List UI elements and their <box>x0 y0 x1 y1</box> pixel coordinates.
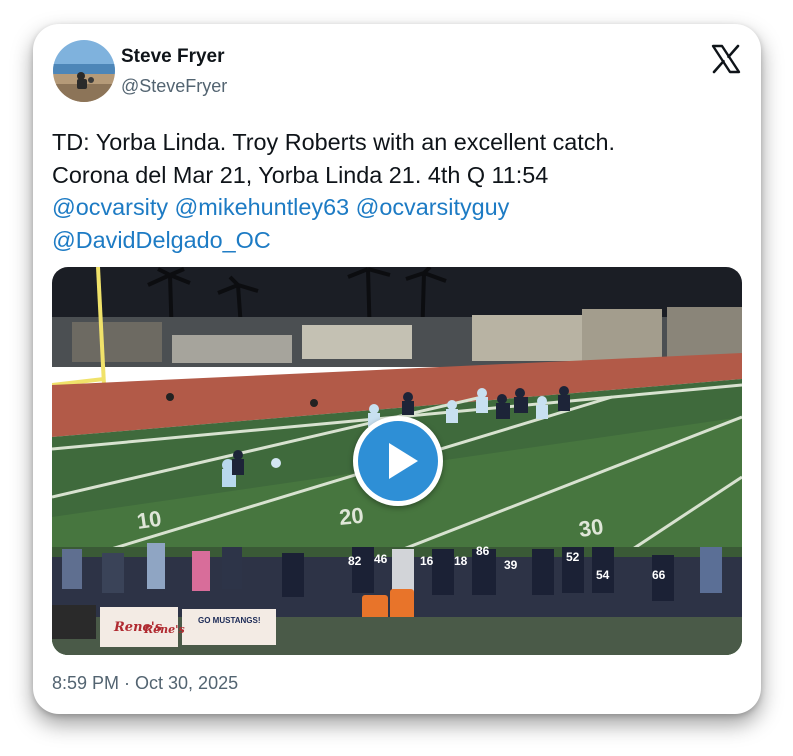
mention-link[interactable]: @ocvarsityguy <box>356 194 510 220</box>
tweet-text: TD: Yorba Linda. Troy Roberts with an ex… <box>52 126 742 256</box>
jersey-number: 54 <box>596 568 610 582</box>
field-number: 20 <box>338 503 365 530</box>
jersey-number: 18 <box>454 554 468 568</box>
field-number: 10 <box>135 506 163 534</box>
play-button[interactable] <box>353 416 443 506</box>
banner-text: Rene's <box>143 623 185 636</box>
x-logo-icon[interactable] <box>711 44 741 74</box>
play-icon <box>389 443 418 479</box>
tweet-text-line: TD: Yorba Linda. Troy Roberts with an ex… <box>52 129 615 155</box>
jersey-number: 86 <box>476 544 490 558</box>
jersey-number: 16 <box>420 554 434 568</box>
mention-link[interactable]: @ocvarsity <box>52 194 168 220</box>
field-number: 30 <box>577 514 605 542</box>
mention-link[interactable]: @DavidDelgado_OC <box>52 227 271 253</box>
mentions-line: @ocvarsity @mikehuntley63 @ocvarsityguy <box>52 191 742 224</box>
jersey-number: 82 <box>348 554 362 568</box>
avatar[interactable] <box>53 40 115 102</box>
jersey-number: 66 <box>652 568 666 582</box>
timestamp[interactable]: 8:59 PM · Oct 30, 2025 <box>52 673 238 694</box>
tweet-text-line: Corona del Mar 21, Yorba Linda 21. 4th Q… <box>52 161 549 188</box>
author-name[interactable]: Steve Fryer <box>121 46 225 68</box>
jersey-number: 52 <box>566 550 580 564</box>
tweet-card: Steve Fryer @SteveFryer TD: Yorba Linda.… <box>33 24 761 714</box>
video-player[interactable]: 10 20 30 82 46 16 18 86 39 52 54 66 Rene… <box>52 267 742 655</box>
jersey-number: 46 <box>374 552 388 566</box>
mentions-line: @DavidDelgado_OC <box>52 224 742 257</box>
banner-text: GO MUSTANGS! <box>198 616 261 625</box>
mention-link[interactable]: @mikehuntley63 <box>175 194 350 220</box>
jersey-number: 39 <box>504 558 518 572</box>
author-handle[interactable]: @SteveFryer <box>121 76 227 97</box>
